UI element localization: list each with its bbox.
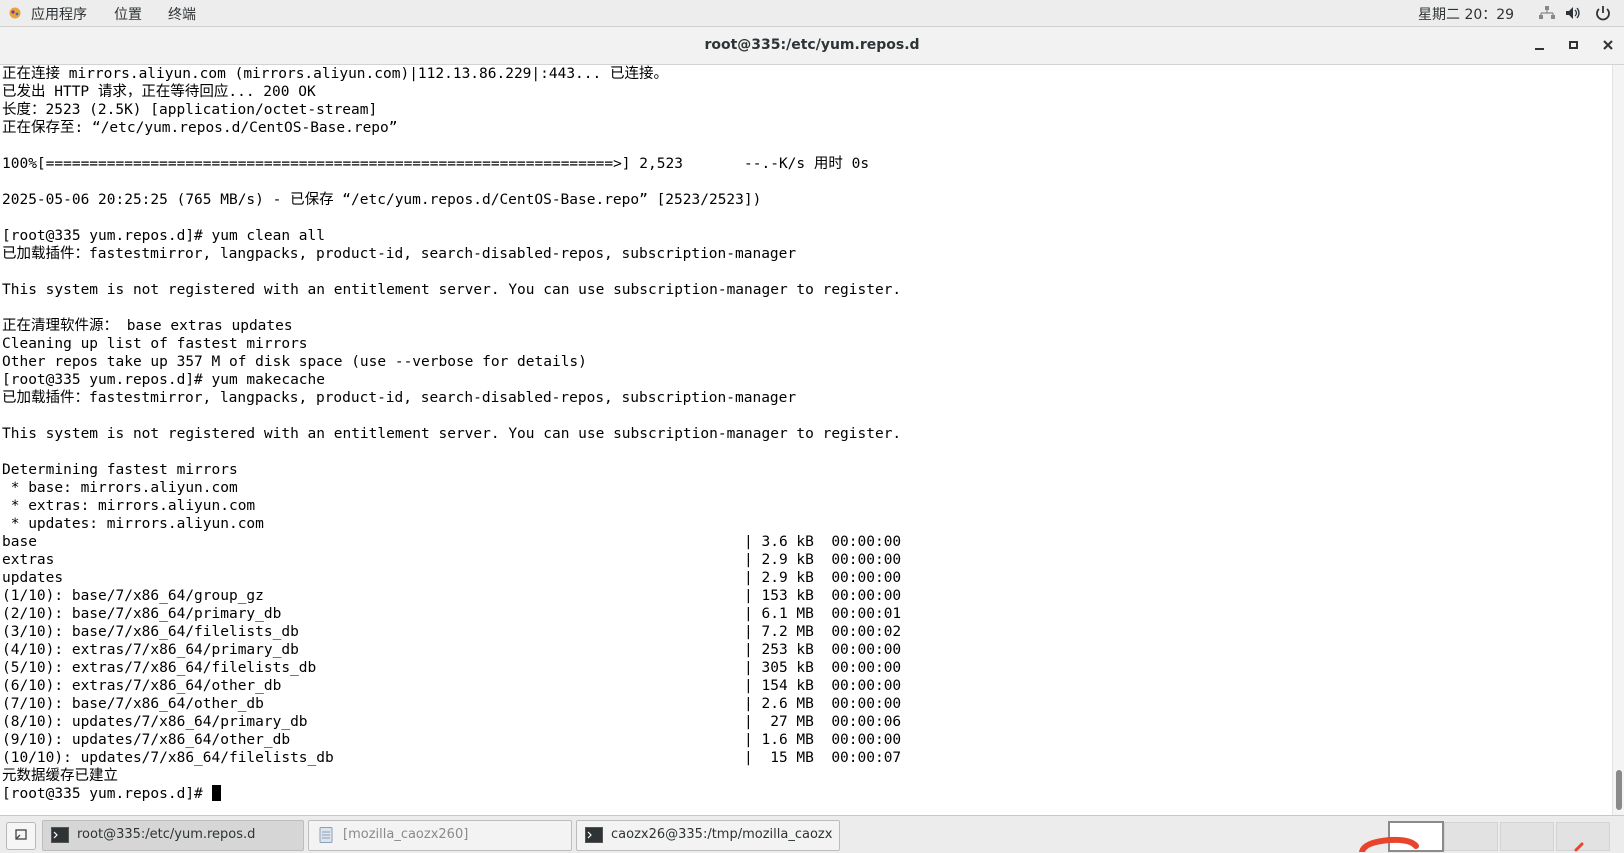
red-annotation-mark (1359, 836, 1584, 852)
terminal-line: (10/10): updates/7/x86_64/filelists_db |… (2, 750, 902, 766)
terminal-prompt: [root@335 yum.repos.d]# (2, 786, 212, 802)
terminal-line: 100%[===================================… (2, 156, 870, 172)
terminal-line: (5/10): extras/7/x86_64/filelists_db | 3… (2, 660, 902, 676)
task-terminal-repos[interactable]: root@335:/etc/yum.repos.d (42, 820, 304, 851)
terminal-line: Other repos take up 357 M of disk space … (2, 354, 587, 370)
window-title: root@335:/etc/yum.repos.d (704, 37, 920, 53)
close-icon[interactable] (1598, 35, 1618, 55)
terminal-line: 已加载插件：fastestmirror, langpacks, product-… (2, 246, 797, 262)
terminal-line: 正在连接 mirrors.aliyun.com (mirrors.aliyun.… (2, 66, 668, 82)
terminal-scrollbar[interactable] (1612, 65, 1624, 815)
terminal-icon (585, 827, 603, 843)
terminal-view[interactable]: 正在连接 mirrors.aliyun.com (mirrors.aliyun.… (0, 65, 1612, 815)
terminal-line: 2025-05-06 20:25:25 (765 MB/s) - 已保存 “/e… (2, 192, 762, 208)
terminal-menu[interactable]: 终端 (168, 4, 196, 24)
show-desktop-button[interactable] (6, 822, 36, 850)
maximize-icon[interactable] (1564, 35, 1584, 55)
terminal-line: (9/10): updates/7/x86_64/other_db | 1.6 … (2, 732, 902, 748)
terminal-line: 正在清理软件源： base extras updates (2, 318, 293, 334)
terminal-line: (8/10): updates/7/x86_64/primary_db | 27… (2, 714, 902, 730)
terminal-line: (2/10): base/7/x86_64/primary_db | 6.1 M… (2, 606, 902, 622)
terminal-line: (6/10): extras/7/x86_64/other_db | 154 k… (2, 678, 902, 694)
places-menu[interactable]: 位置 (114, 4, 142, 24)
terminal-line: Determining fastest mirrors (2, 462, 238, 478)
terminal-line: This system is not registered with an en… (2, 426, 902, 442)
terminal-line: 长度：2523 (2.5K) [application/octet-stream… (2, 102, 378, 118)
top-bar: 应用程序 位置 终端 星期二 20：29 (0, 0, 1624, 27)
scrollbar-thumb[interactable] (1616, 770, 1622, 810)
applications-menu[interactable]: 应用程序 (31, 4, 87, 24)
terminal-icon (51, 827, 69, 843)
terminal-line: 已发出 HTTP 请求，正在等待回应... 200 OK (2, 84, 316, 100)
terminal-line: base | 3.6 kB 00:00:00 (2, 534, 902, 550)
task-terminal-tmp[interactable]: caozx26@335:/tmp/mozilla_caozx··· (576, 820, 840, 851)
task-label: root@335:/etc/yum.repos.d (77, 827, 256, 842)
terminal-line: Cleaning up list of fastest mirrors (2, 336, 308, 352)
power-icon[interactable] (1594, 5, 1612, 21)
task-label: caozx26@335:/tmp/mozilla_caozx··· (611, 827, 833, 842)
network-icon[interactable] (1538, 5, 1556, 21)
show-desktop-icon (15, 829, 27, 840)
terminal-line: (7/10): base/7/x86_64/other_db | 2.6 MB … (2, 696, 902, 712)
terminal-line: [root@335 yum.repos.d]# yum makecache (2, 372, 326, 388)
terminal-cursor (211, 785, 221, 801)
terminal-line: extras | 2.9 kB 00:00:00 (2, 552, 902, 568)
terminal-line: 元数据缓存已建立 (2, 768, 118, 784)
terminal-line: * extras: mirrors.aliyun.com (2, 498, 256, 514)
file-icon (319, 827, 333, 843)
volume-icon[interactable] (1564, 5, 1582, 21)
terminal-line: (1/10): base/7/x86_64/group_gz | 153 kB … (2, 588, 902, 604)
terminal-line: This system is not registered with an en… (2, 282, 902, 298)
task-mozilla-folder[interactable]: [mozilla_caozx260] (308, 820, 572, 851)
terminal-line: * updates: mirrors.aliyun.com (2, 516, 264, 532)
terminal-line: (4/10): extras/7/x86_64/primary_db | 253… (2, 642, 902, 658)
window-titlebar[interactable]: root@335:/etc/yum.repos.d (0, 27, 1624, 65)
terminal-line: updates | 2.9 kB 00:00:00 (2, 570, 902, 586)
applications-icon (9, 7, 21, 19)
clock[interactable]: 星期二 20：29 (1418, 4, 1514, 24)
terminal-prompt-line: [root@335 yum.repos.d]# (2, 785, 901, 803)
terminal-line: [root@335 yum.repos.d]# yum clean all (2, 228, 326, 244)
task-label: [mozilla_caozx260] (343, 827, 469, 842)
terminal-output: 正在连接 mirrors.aliyun.com (mirrors.aliyun.… (2, 65, 901, 803)
terminal-line: * base: mirrors.aliyun.com (2, 480, 238, 496)
terminal-line: 正在保存至: “/etc/yum.repos.d/CentOS-Base.rep… (2, 120, 398, 136)
terminal-line: 已加载插件：fastestmirror, langpacks, product-… (2, 390, 797, 406)
minimize-icon[interactable] (1530, 35, 1550, 55)
terminal-line: (3/10): base/7/x86_64/filelists_db | 7.2… (2, 624, 902, 640)
